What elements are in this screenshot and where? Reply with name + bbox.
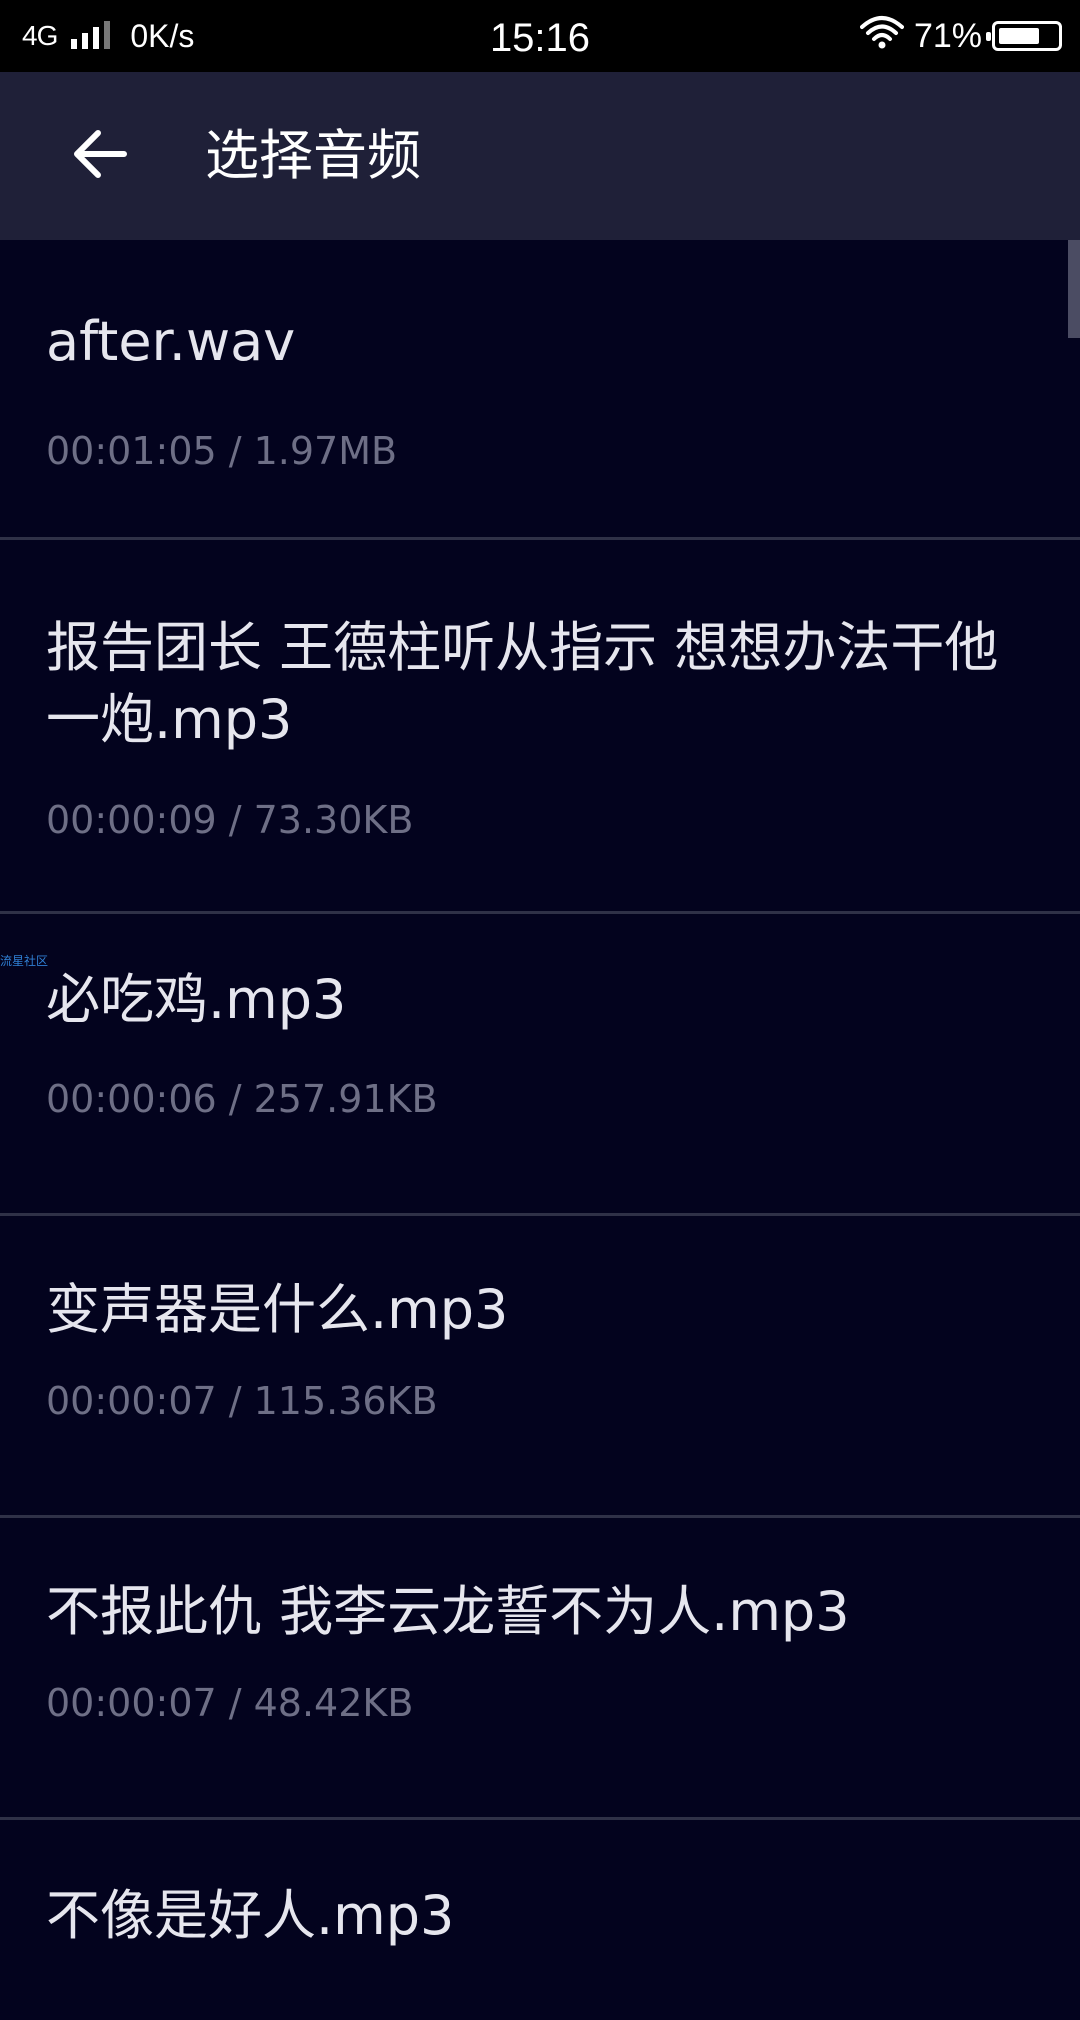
file-meta: 00:01:05 / 1.97MB [46, 429, 398, 473]
list-item[interactable]: 必吃鸡.mp3 00:00:06 / 257.91KB [0, 914, 1080, 1216]
wifi-icon [859, 15, 904, 58]
list-item[interactable]: after.wav 00:01:05 / 1.97MB [0, 240, 1080, 540]
file-name: 报告团长 王德柱听从指示 想想办法干他一炮.mp3 [46, 616, 999, 751]
scrollbar[interactable] [1068, 240, 1080, 338]
list-item[interactable]: 报告团长 王德柱听从指示 想想办法干他一炮.mp3 00:00:09 / 73.… [0, 540, 1080, 914]
battery-icon [986, 21, 1062, 51]
audio-file-list: after.wav 00:01:05 / 1.97MB 报告团长 王德柱听从指示… [0, 240, 1080, 2020]
watermark: 流星社区 [0, 954, 49, 968]
file-meta: 00:00:07 / 48.42KB [46, 1681, 414, 1725]
battery-percent: 71% [913, 16, 982, 55]
toolbar: 选择音频 [0, 72, 1080, 240]
file-name: 不报此仇 我李云龙誓不为人.mp3 [46, 1580, 850, 1643]
file-name: 变声器是什么.mp3 [46, 1278, 509, 1341]
back-button[interactable] [60, 116, 140, 196]
arrow-left-icon [72, 129, 128, 183]
list-item[interactable]: 不报此仇 我李云龙誓不为人.mp3 00:00:07 / 48.42KB [0, 1518, 1080, 1820]
file-meta: 00:00:07 / 115.36KB [46, 1379, 438, 1423]
status-right: 71% [859, 0, 1062, 72]
file-name: after.wav [46, 310, 296, 373]
file-name: 必吃鸡.mp3 [46, 968, 347, 1031]
file-meta: 00:00:09 / 73.30KB [46, 798, 414, 842]
page-title: 选择音频 [205, 124, 421, 187]
file-meta: 00:00:06 / 257.91KB [46, 1077, 438, 1121]
status-bar: 4G 0K/s 15:16 71% [0, 0, 1080, 72]
file-name: 不像是好人.mp3 [46, 1884, 455, 1947]
list-item[interactable]: 变声器是什么.mp3 00:00:07 / 115.36KB [0, 1216, 1080, 1518]
list-item[interactable]: 不像是好人.mp3 [0, 1820, 1080, 2020]
